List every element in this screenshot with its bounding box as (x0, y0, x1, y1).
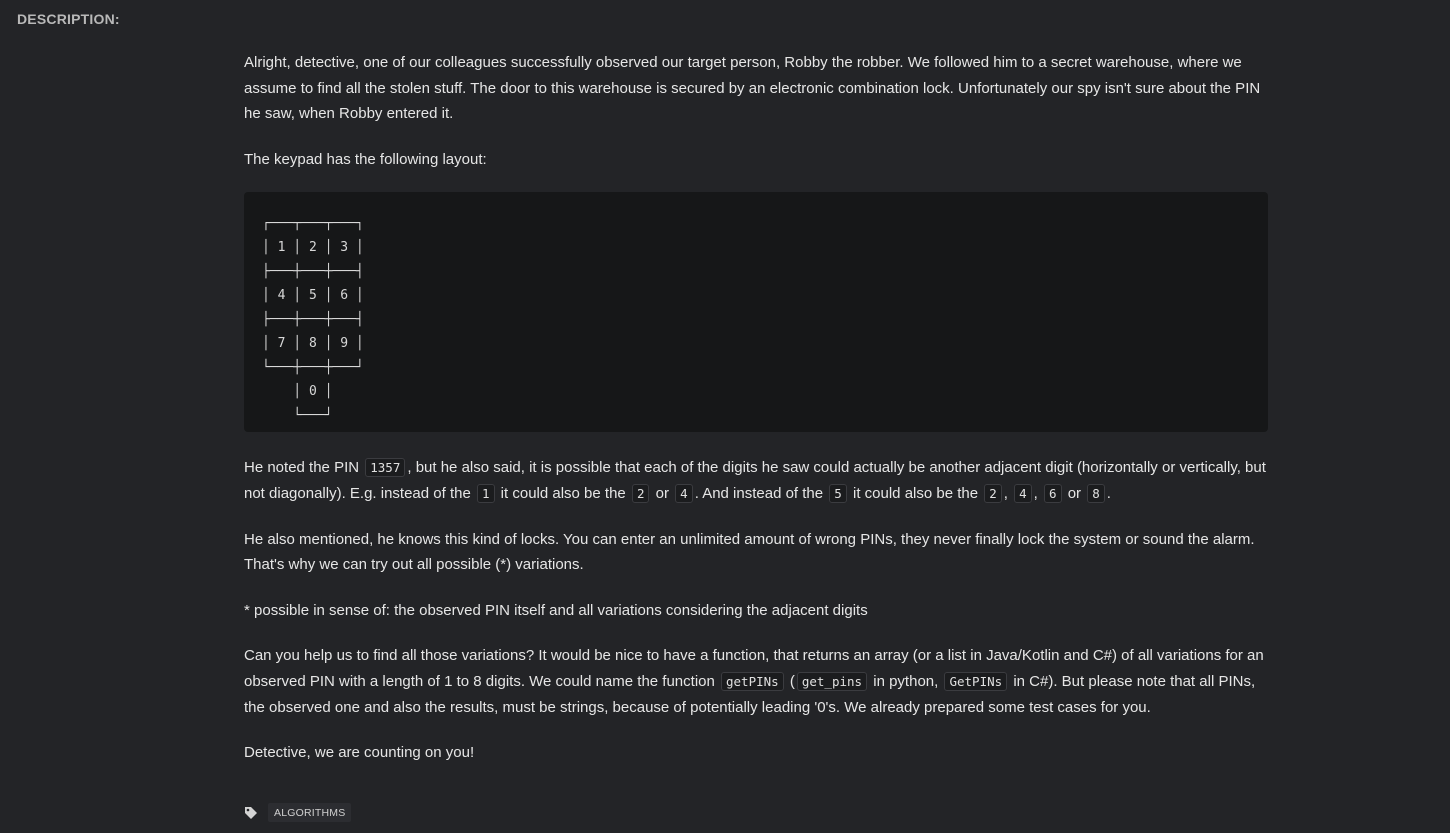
inline-code-digit: 4 (675, 483, 693, 503)
text-segment: in python, (869, 672, 943, 690)
inline-code-digit: 8 (1087, 483, 1105, 503)
text-segment: . And instead of the (694, 484, 828, 502)
description-body: Alright, detective, one of our colleague… (244, 50, 1268, 786)
keypad-code-block: ┌───┬───┬───┐ │ 1 │ 2 │ 3 │ ├───┼───┼───… (244, 192, 1268, 433)
locks-paragraph: He also mentioned, he knows this kind of… (244, 530, 1255, 574)
keypad-intro-paragraph: The keypad has the following layout: (244, 150, 487, 168)
footnote-paragraph: * possible in sense of: the observed PIN… (244, 601, 868, 619)
inline-code-function: GetPINs (944, 671, 1008, 691)
inline-code-digit: 1 (476, 483, 495, 503)
inline-code-digit: 2 (984, 483, 1002, 503)
text-segment: ( (785, 672, 795, 690)
tag-algorithms[interactable]: ALGORITHMS (268, 803, 352, 822)
task-paragraph: Can you help us to find all those variat… (244, 643, 1268, 720)
inline-code-digit: 4 (1014, 483, 1032, 503)
inline-code-digit: 6 (1044, 483, 1062, 503)
text-segment: , (1033, 484, 1042, 502)
text-segment: it could also be the (848, 484, 983, 502)
section-header-description: DESCRIPTION: (17, 11, 120, 27)
text-segment: . (1106, 484, 1111, 502)
text-segment: or (651, 484, 674, 502)
text-segment: or (1063, 484, 1086, 502)
text-segment: it could also be the (496, 484, 630, 502)
text-segment: , (1003, 484, 1013, 502)
intro-paragraph: Alright, detective, one of our colleague… (244, 54, 1261, 123)
inline-code-pin: 1357 (365, 458, 406, 478)
tag-list: ALGORITHMS (244, 803, 352, 822)
tag-icon (244, 806, 258, 820)
inline-code-function: getPINs (721, 671, 784, 691)
closing-paragraph: Detective, we are counting on you! (244, 744, 475, 762)
inline-code-digit: 2 (631, 483, 650, 503)
inline-code-function: get_pins (796, 671, 868, 691)
inline-code-digit: 5 (829, 483, 847, 503)
keypad-layout: ┌───┬───┬───┐ │ 1 │ 2 │ 3 │ ├───┼───┼───… (262, 216, 364, 424)
text-segment: He noted the PIN (244, 459, 364, 477)
pin-paragraph: He noted the PIN 1357, but he also said,… (244, 455, 1268, 506)
